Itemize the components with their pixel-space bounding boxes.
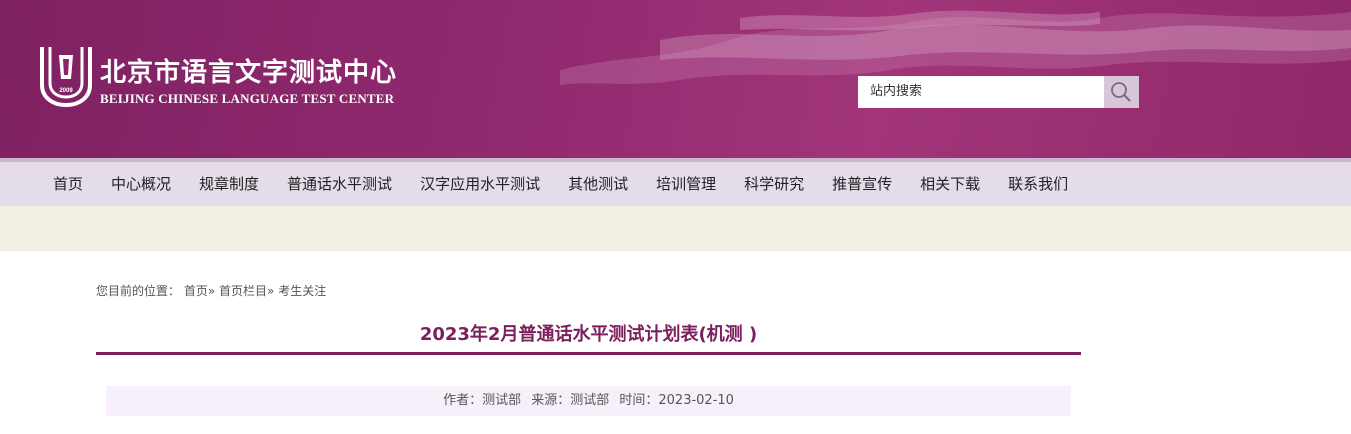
title-divider [96,352,1081,355]
magnifier-icon [1111,82,1131,102]
emblem-year: 2009 [59,88,73,94]
nav-item-putonghua-test[interactable]: 普通话水平测试 [273,162,406,206]
nav-item-promotion[interactable]: 推普宣传 [818,162,906,206]
nav-item-downloads[interactable]: 相关下载 [906,162,994,206]
breadcrumb-separator: » [267,284,275,298]
logo-title-cn: 北京市语言文字测试中心 [100,58,398,88]
main-nav: 首页 中心概况 规章制度 普通话水平测试 汉字应用水平测试 其他测试 培训管理 … [0,158,1351,206]
article-meta: 作者：测试部 来源：测试部 时间：2023-02-10 [106,386,1071,416]
search-button[interactable] [1104,76,1139,108]
breadcrumb-home-column[interactable]: 首页栏目 [219,284,267,298]
breadcrumb-separator: » [207,284,216,298]
article-title: 2023年2月普通话水平测试计划表(机测 ) [419,324,758,345]
logo-title-en: BEIJING CHINESE LANGUAGE TEST CENTER [100,91,395,106]
article-author: 作者：测试部 [443,393,522,408]
site-header: 2009 北京市语言文字测试中心 BEIJING CHINESE LANGUAG… [0,0,1351,158]
emblem-icon: 2009 [40,47,92,107]
nav-item-home[interactable]: 首页 [39,162,97,206]
breadcrumb-candidate-focus[interactable]: 考生关注 [278,284,326,298]
banner-band [0,206,1351,251]
search-input[interactable]: 站内搜索 [858,76,1104,108]
nav-item-training[interactable]: 培训管理 [642,162,730,206]
breadcrumb-home[interactable]: 首页 [184,284,208,298]
nav-item-regulations[interactable]: 规章制度 [185,162,273,206]
breadcrumb-prefix: 您目前的位置： [96,284,181,298]
nav-item-other-tests[interactable]: 其他测试 [554,162,642,206]
nav-item-overview[interactable]: 中心概况 [97,162,185,206]
nav-item-hanzi-test[interactable]: 汉字应用水平测试 [406,162,554,206]
article-source: 来源：测试部 [531,393,610,408]
nav-item-contact[interactable]: 联系我们 [994,162,1082,206]
article-time: 时间：2023-02-10 [619,393,734,408]
breadcrumb: 您目前的位置： 首页» 首页栏目» 考生关注 [96,282,326,299]
nav-item-research[interactable]: 科学研究 [730,162,818,206]
